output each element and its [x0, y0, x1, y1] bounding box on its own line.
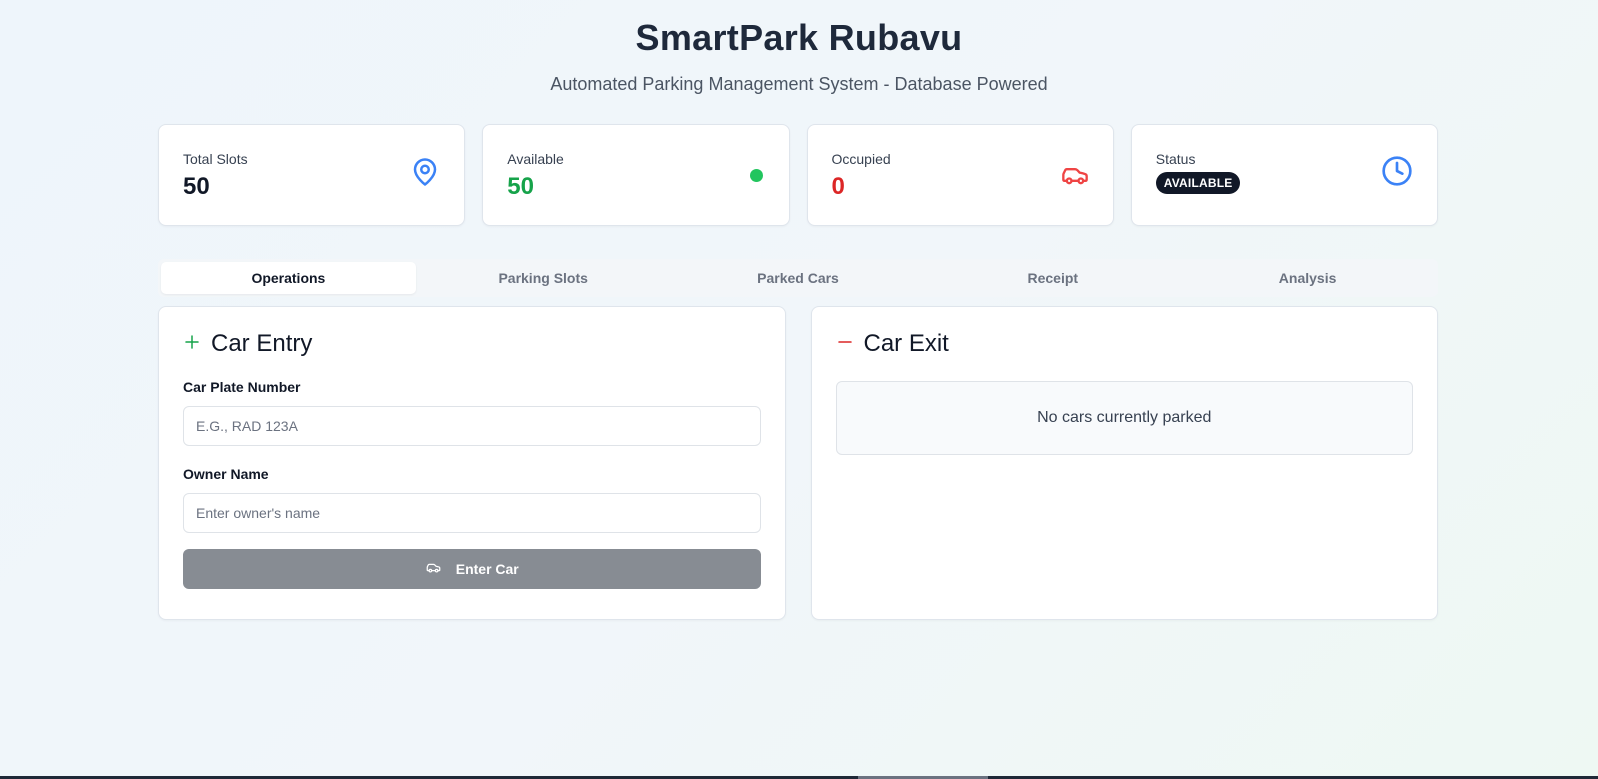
available-label: Available [507, 151, 564, 167]
plate-number-input[interactable] [183, 406, 761, 446]
total-slots-card: Total Slots 50 [158, 124, 466, 226]
green-dot-icon [749, 169, 763, 182]
occupied-card: Occupied 0 [806, 124, 1114, 226]
available-value: 50 [507, 173, 534, 200]
enter-car-button[interactable]: Enter Car [183, 549, 761, 589]
available-card: Available 50 [482, 124, 790, 226]
car-exit-panel: Car Exit No cars currently parked [810, 306, 1438, 620]
owner-name-label: Owner Name [183, 466, 269, 482]
car-entry-panel: Car Entry Car Plate Number Owner Name En… [158, 306, 786, 620]
page-header: SmartPark Rubavu Automated Parking Manag… [0, 0, 1598, 95]
status-card: Status AVAILABLE [1130, 124, 1438, 226]
plate-number-label: Car Plate Number [183, 379, 301, 395]
minus-icon [836, 333, 854, 356]
main-tabs: Operations Parking Slots Parked Cars Rec… [158, 259, 1438, 297]
car-entry-title: Car Entry [211, 330, 313, 357]
occupied-value: 0 [831, 173, 845, 200]
occupied-label: Occupied [831, 151, 891, 167]
status-label: Status [1155, 151, 1196, 167]
app-subtitle: Automated Parking Management System - Da… [550, 74, 1048, 94]
plus-icon [183, 333, 201, 356]
car-exit-title: Car Exit [863, 330, 949, 357]
enter-car-label: Enter Car [455, 561, 519, 577]
car-icon [425, 560, 442, 578]
car-exit-header: Car Exit [836, 329, 1414, 359]
car-icon [1059, 161, 1091, 194]
tab-parking-slots[interactable]: Parking Slots [416, 262, 671, 294]
car-entry-header: Car Entry [183, 329, 761, 359]
tab-receipt[interactable]: Receipt [925, 262, 1180, 294]
tab-operations[interactable]: Operations [161, 262, 416, 294]
total-slots-label: Total Slots [183, 151, 248, 167]
total-slots-value: 50 [183, 173, 210, 200]
owner-name-input[interactable] [183, 493, 761, 533]
tab-parked-cars[interactable]: Parked Cars [671, 262, 926, 294]
clock-icon [1381, 155, 1413, 192]
operations-panels: Car Entry Car Plate Number Owner Name En… [158, 306, 1438, 620]
status-badge: AVAILABLE [1155, 172, 1241, 194]
app-title: SmartPark Rubavu [635, 17, 963, 58]
no-cars-message: No cars currently parked [835, 381, 1413, 455]
map-pin-icon [410, 155, 440, 194]
stats-row: Total Slots 50 Available 50 Occupied 0 S… [158, 124, 1438, 226]
tab-analysis[interactable]: Analysis [1180, 262, 1435, 294]
